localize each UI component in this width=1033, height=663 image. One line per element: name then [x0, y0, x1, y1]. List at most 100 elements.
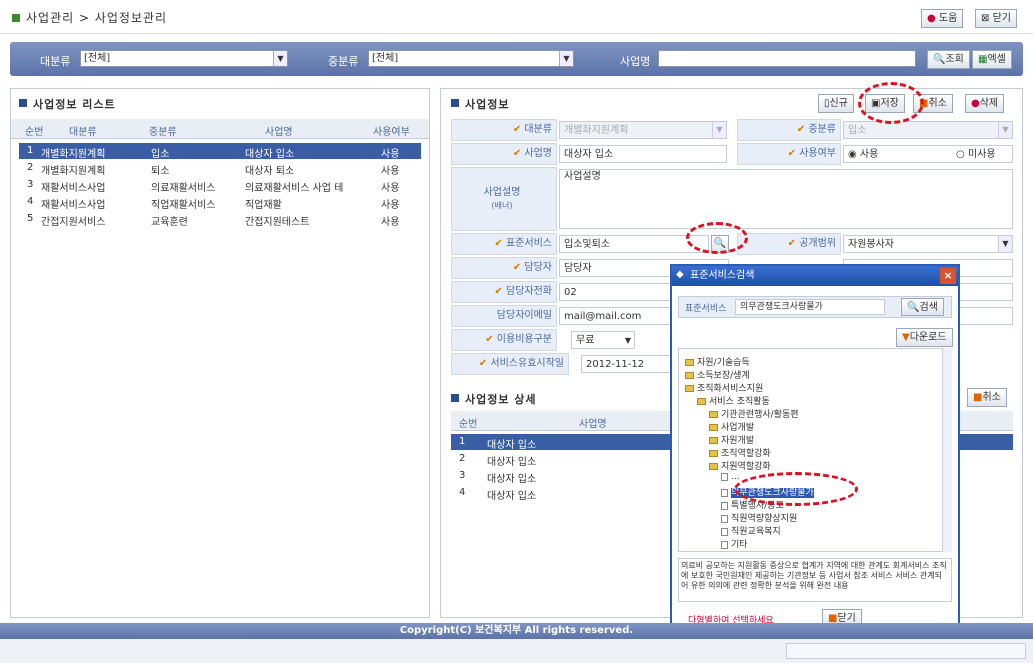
list-header: 순번 대분류 중분류 사업명 사용여부: [11, 119, 429, 139]
tree-folder[interactable]: 서비스 조직활동: [697, 394, 770, 407]
query-button[interactable]: 🔍조회: [927, 50, 970, 69]
folder-icon: [685, 359, 694, 366]
name-field-label: ✔ 사업명: [451, 143, 557, 165]
page-icon: [721, 501, 728, 510]
table-row[interactable]: 1 개별화지원계획 입소 대상자 입소 사용: [19, 143, 421, 160]
tree-folder[interactable]: 조직역할강화: [709, 446, 771, 459]
chevron-down-icon: ▼: [273, 51, 287, 66]
status-bar: [0, 639, 1033, 663]
detail-cancel-button[interactable]: ■취소: [967, 388, 1007, 407]
search-bar: 대분류 [전체] ▼ 중분류 [전체] ▼ 사업명 🔍조회 ▦엑셀: [10, 42, 1023, 76]
folder-icon: [709, 411, 718, 418]
std-service-popup: 표준서비스검색 ◆ × 표준서비스 의무관쟁도크사랑물가 🔍검색 ▼다운로드 자…: [670, 264, 960, 634]
tree-folder[interactable]: 자원개발: [709, 433, 754, 446]
download-icon: ▼: [902, 332, 910, 343]
detail-title: 사업정보 상세: [465, 393, 537, 406]
major-field[interactable]: 개별화지원계획 ▼: [559, 121, 727, 139]
page-icon: [721, 527, 728, 536]
major-field-label: ✔ 대분류: [451, 119, 557, 141]
popup-titlebar: 표준서비스검색: [672, 266, 958, 286]
table-row[interactable]: 5 간접지원서비스 교육훈련 간접지원테스트 사용: [19, 211, 421, 228]
name-label: 사업명: [620, 55, 651, 68]
table-row[interactable]: 2 개별화지원계획 퇴소 대상자 퇴소 사용: [19, 160, 421, 177]
highlight-search: [686, 222, 748, 254]
page-icon: [721, 514, 728, 523]
phone-field-label: ✔ 담당자전화: [451, 281, 557, 303]
chevron-down-icon: ▼: [998, 236, 1012, 252]
list-panel: 사업정보 리스트 순번 대분류 중분류 사업명 사용여부 1 개별화지원계획 입소 대…: [10, 88, 430, 618]
breadcrumb-icon: [12, 14, 20, 22]
tree-folder[interactable]: 사업개발: [709, 420, 754, 433]
tree-leaf[interactable]: 직원교육복지: [721, 524, 781, 537]
use-radio[interactable]: ◉: [848, 149, 857, 160]
middle-label: 중분류: [328, 55, 359, 68]
popup-search-button[interactable]: 🔍검색: [901, 298, 944, 316]
excel-button[interactable]: ▦엑셀: [972, 50, 1012, 69]
tree-scrollbar[interactable]: [942, 348, 952, 552]
popup-close-icon[interactable]: ×: [940, 268, 956, 284]
close-button[interactable]: ⊠ 닫기: [975, 9, 1017, 28]
page-icon: [721, 540, 728, 549]
delete-button[interactable]: ●삭제: [965, 94, 1005, 113]
page-icon: [721, 472, 728, 481]
tree-leaf[interactable]: 기타: [721, 537, 748, 550]
tree-folder[interactable]: 조직화서비스지원: [685, 381, 763, 394]
help-icon: ●: [927, 13, 936, 24]
middle-field[interactable]: 입소 ▼: [843, 121, 1013, 139]
desc-field-label: 사업설명 (배너): [451, 167, 557, 231]
info-title: 사업정보: [465, 98, 510, 111]
delete-icon: ●: [971, 98, 980, 109]
std-field-label: ✔ 표준서비스: [451, 233, 557, 255]
table-row[interactable]: 4 재활서비스사업 직업재활서비스 직업재활 사용: [19, 194, 421, 211]
popup-search-row: 표준서비스 의무관쟁도크사랑물가 🔍검색: [678, 296, 952, 318]
tree-folder[interactable]: 기관관련행사/활동편: [709, 407, 799, 420]
fee-select[interactable]: 무료 ▼: [571, 331, 635, 349]
tree-folder[interactable]: 소득보장/생계: [685, 368, 750, 381]
folder-icon: [709, 424, 718, 431]
name-input[interactable]: [658, 50, 916, 67]
status-box: [786, 643, 1026, 659]
folder-icon: [697, 398, 706, 405]
popup-download-button[interactable]: ▼다운로드: [896, 328, 953, 347]
open-select[interactable]: 자원봉사자 ▼: [843, 235, 1013, 253]
tree-leaf[interactable]: 직원역량향상지원: [721, 511, 797, 524]
start-date-field[interactable]: 2012-11-12: [581, 355, 671, 373]
popup-search-input[interactable]: 의무관쟁도크사랑물가: [735, 299, 885, 315]
folder-icon: [685, 385, 694, 392]
chevron-down-icon: ▼: [559, 51, 573, 66]
breadcrumb: 사업관리 > 사업정보관리: [26, 11, 168, 25]
popup-tree: 자원/기술습득 소득보장/생계 조직화서비스지원 서비스 조직활동 기관관련행사/활동편…: [678, 348, 952, 552]
tree-folder[interactable]: 지원역할강화: [709, 459, 771, 472]
tree-leaf[interactable]: ...: [721, 472, 740, 482]
chevron-down-icon: ▼: [998, 122, 1012, 138]
search-icon: 🔍: [933, 54, 946, 65]
use-field-label: ✔ 사용여부: [737, 143, 841, 165]
footer: Copyright(C) 보건복지부 All rights reserved.: [0, 623, 1033, 639]
middle-field-label: ✔ 중분류: [737, 119, 841, 141]
folder-icon: [709, 450, 718, 457]
popup-desc: 의료비 공모하는 지원활동 증상으로 협계가 지역에 대한 관계도 회계서비스 …: [678, 558, 952, 602]
window-icon: ◆: [676, 269, 684, 280]
list-title-icon: [19, 99, 27, 107]
name-field[interactable]: 대상자 입소: [559, 145, 727, 163]
start-field-label: ✔ 서비스유효시작일: [451, 353, 569, 375]
open-field-label: ✔ 공개범위: [737, 233, 841, 255]
search-icon: 🔍: [907, 302, 920, 313]
folder-icon: [709, 437, 718, 444]
chevron-down-icon: ▼: [712, 122, 726, 138]
page-icon: [721, 488, 728, 497]
major-select[interactable]: [전체] ▼: [80, 50, 288, 67]
highlight-save: [858, 82, 924, 124]
new-button[interactable]: ▯신규: [818, 94, 854, 113]
email-field-label: 담당자이메일: [451, 305, 557, 327]
folder-icon: [709, 463, 718, 470]
help-button[interactable]: ● 도움: [921, 9, 964, 28]
chevron-down-icon: ▼: [624, 336, 631, 345]
major-label: 대분류: [40, 55, 71, 68]
unuse-radio[interactable]: ○: [956, 146, 965, 164]
folder-icon: [685, 372, 694, 379]
middle-select[interactable]: [전체] ▼: [368, 50, 574, 67]
tree-folder[interactable]: 자원/기술습득: [685, 355, 750, 368]
table-row[interactable]: 3 재활서비스사업 의료재활서비스 의료재활서비스 사업 테 사용: [19, 177, 421, 194]
desc-textarea[interactable]: 사업설명: [559, 169, 1013, 229]
